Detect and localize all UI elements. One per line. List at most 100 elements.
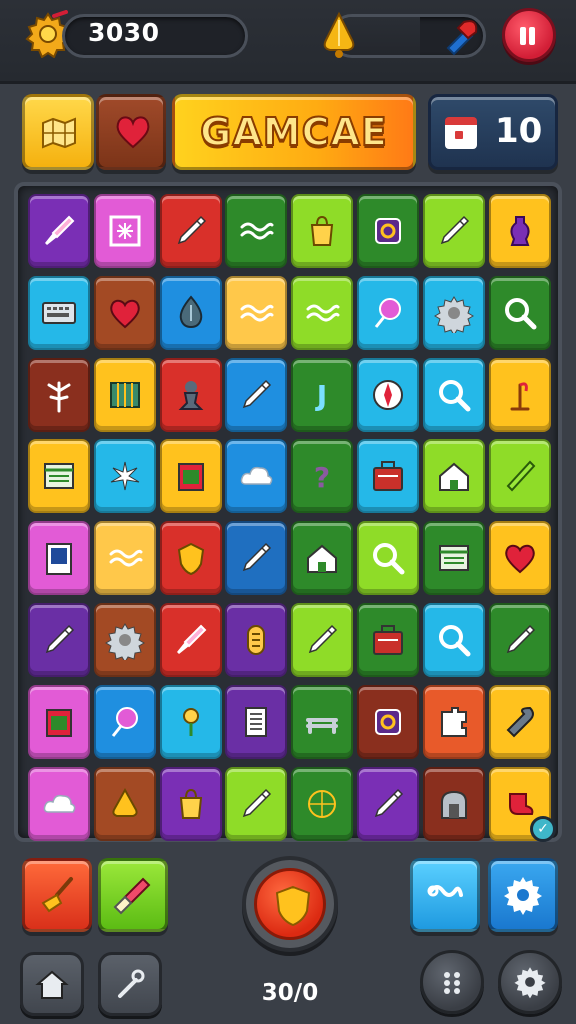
shield-button[interactable] — [242, 856, 338, 952]
map-button[interactable] — [22, 94, 94, 170]
board-tile[interactable] — [422, 603, 485, 677]
link-button[interactable] — [410, 858, 480, 932]
pencil-icon — [309, 624, 338, 654]
key-button[interactable] — [98, 952, 162, 1016]
moves-counter: 10 — [428, 94, 558, 170]
pause-icon — [520, 27, 526, 45]
board-tile[interactable] — [28, 439, 90, 514]
ring-icon — [375, 218, 401, 244]
board-tile[interactable] — [159, 603, 222, 677]
board-tile[interactable] — [488, 194, 551, 268]
board-tile[interactable] — [291, 684, 354, 759]
board-tile[interactable] — [291, 521, 354, 596]
board-tile[interactable] — [422, 766, 485, 841]
board-tile[interactable]: J — [291, 357, 354, 432]
board-tile[interactable] — [93, 357, 156, 432]
board-tile[interactable] — [159, 684, 222, 759]
board-tile[interactable] — [93, 684, 156, 759]
card-icon — [46, 543, 72, 576]
box-icon — [177, 463, 204, 492]
brush-icon — [45, 215, 75, 245]
gear-icon — [433, 295, 474, 333]
board-tile[interactable] — [28, 521, 90, 596]
board-tile[interactable] — [159, 275, 222, 350]
board-tile[interactable] — [291, 275, 354, 350]
board-tile[interactable] — [28, 194, 90, 268]
board-tile[interactable] — [225, 275, 288, 350]
board-tile[interactable] — [159, 439, 222, 514]
board-tile[interactable] — [28, 275, 90, 350]
board-tile[interactable] — [28, 766, 90, 841]
score-value: 3030 — [88, 18, 160, 47]
board-tile[interactable] — [422, 357, 485, 432]
pause-button[interactable] — [502, 8, 556, 62]
menu-button[interactable] — [420, 950, 484, 1014]
board-tile[interactable] — [28, 684, 90, 759]
board-tile[interactable] — [488, 603, 551, 677]
board-tile[interactable] — [291, 766, 354, 841]
wave-icon — [306, 304, 340, 322]
board-tile[interactable] — [159, 766, 222, 841]
board-tile[interactable] — [357, 766, 419, 841]
board-tile[interactable] — [357, 684, 419, 759]
moves-value: 10 — [495, 111, 543, 151]
board-tile[interactable] — [28, 603, 90, 677]
board-tile[interactable] — [225, 521, 288, 596]
board-tile[interactable] — [357, 521, 419, 596]
home-button[interactable] — [20, 952, 84, 1016]
hint-badge[interactable]: ✓ — [530, 816, 556, 842]
board-tile[interactable] — [357, 357, 419, 432]
board-tile[interactable] — [159, 521, 222, 596]
board-tile[interactable] — [93, 194, 156, 268]
pencil-icon — [374, 788, 404, 817]
board-tile[interactable] — [422, 194, 485, 268]
board-tile[interactable] — [93, 766, 156, 841]
board-tile[interactable] — [225, 684, 288, 759]
board-tile[interactable] — [488, 275, 551, 350]
board-tile[interactable] — [357, 194, 419, 268]
link-icon — [427, 885, 463, 897]
board-tile[interactable] — [422, 439, 485, 514]
board-tile[interactable] — [488, 684, 551, 759]
board-tile[interactable] — [357, 275, 419, 350]
board-tile[interactable] — [225, 766, 288, 841]
shield-icon — [275, 885, 311, 927]
game-title: GAMCAE — [199, 109, 388, 155]
board-tile[interactable] — [93, 603, 156, 677]
board-tile[interactable] — [93, 439, 156, 514]
svg-text:?: ? — [314, 461, 330, 494]
home-icon — [35, 970, 69, 999]
board-tile[interactable] — [225, 194, 288, 268]
board-tile[interactable] — [422, 521, 485, 596]
gear-button[interactable] — [498, 950, 562, 1014]
wave-icon — [240, 222, 274, 240]
board-tile[interactable] — [488, 521, 551, 596]
board-tile[interactable] — [291, 603, 354, 677]
board-tile[interactable] — [357, 439, 419, 514]
board-tile[interactable] — [225, 603, 288, 677]
heart-icon — [504, 545, 535, 574]
paint-button[interactable] — [98, 858, 168, 932]
board-tile[interactable] — [488, 439, 551, 514]
puzzle-icon — [440, 706, 467, 737]
flower-icon — [182, 707, 199, 736]
board-tile[interactable] — [28, 357, 90, 432]
grid-dots-icon — [444, 972, 460, 994]
board-tile[interactable] — [422, 275, 485, 350]
broom-button[interactable] — [22, 858, 92, 932]
heart-button[interactable] — [96, 94, 166, 170]
bell-icon — [112, 787, 138, 817]
settings-button[interactable] — [488, 858, 558, 932]
board-tile[interactable] — [488, 357, 551, 432]
board-tile[interactable] — [291, 194, 354, 268]
board-tile[interactable]: ? — [291, 439, 354, 514]
board-tile[interactable] — [422, 684, 485, 759]
board-tile[interactable] — [159, 194, 222, 268]
board-tile[interactable] — [93, 275, 156, 350]
board-tile[interactable] — [93, 521, 156, 596]
board-tile[interactable] — [159, 357, 222, 432]
bell-icon — [323, 11, 355, 58]
board-tile[interactable] — [225, 357, 288, 432]
board-tile[interactable] — [225, 439, 288, 514]
board-tile[interactable] — [357, 603, 419, 677]
